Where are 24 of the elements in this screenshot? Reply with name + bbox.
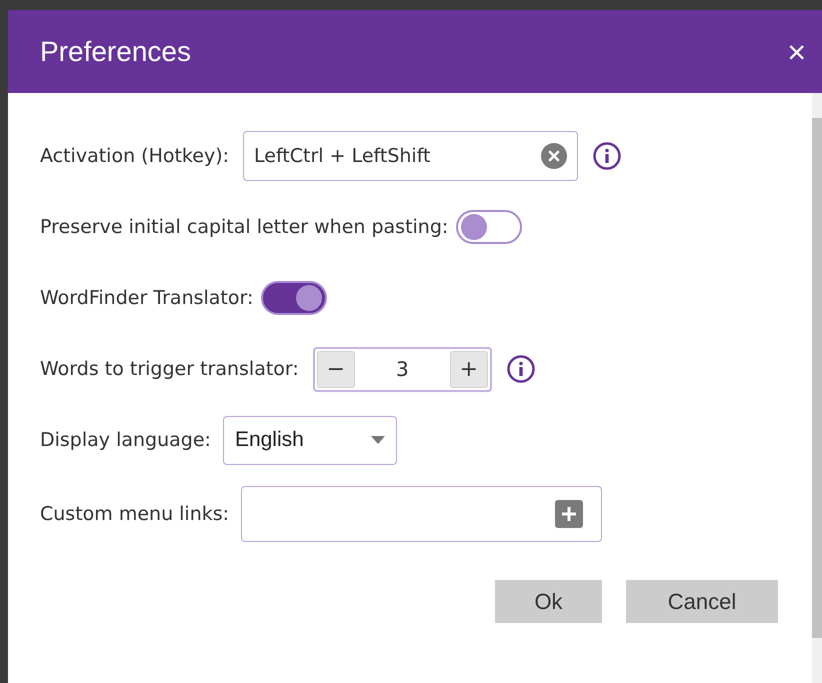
- increment-button[interactable]: +: [450, 350, 488, 388]
- dialog-button[interactable]: Cancel: [626, 580, 778, 623]
- number-stepper[interactable]: − 3 +: [312, 346, 492, 392]
- field-label: WordFinder Translator:: [40, 286, 254, 311]
- dialog-button[interactable]: Ok: [495, 580, 602, 623]
- info-icon[interactable]: [592, 141, 622, 171]
- close-button[interactable]: ×: [787, 36, 806, 68]
- field-label: Words to trigger translator:: [40, 356, 299, 382]
- number-value: 3: [394, 356, 410, 383]
- dialog-title: Preferences: [40, 34, 191, 68]
- add-icon[interactable]: [555, 500, 584, 528]
- links-field[interactable]: [241, 486, 602, 542]
- hotkey-field[interactable]: LeftCtrl + LeftShift: [243, 131, 578, 181]
- field-label: Preserve initial capital letter when pasting:: [40, 214, 448, 240]
- info-icon[interactable]: [506, 354, 536, 384]
- field-label: Activation (Hotkey):: [40, 144, 230, 169]
- language-dropdown[interactable]: English: [222, 416, 397, 464]
- toggle-switch[interactable]: [456, 210, 522, 244]
- caret-icon: [370, 436, 385, 444]
- field-label: Display language:: [40, 428, 211, 453]
- clear-icon[interactable]: [541, 143, 568, 169]
- toggle-switch[interactable]: [261, 281, 328, 315]
- field-label: Custom menu links:: [40, 502, 230, 527]
- decrement-button[interactable]: −: [316, 350, 355, 388]
